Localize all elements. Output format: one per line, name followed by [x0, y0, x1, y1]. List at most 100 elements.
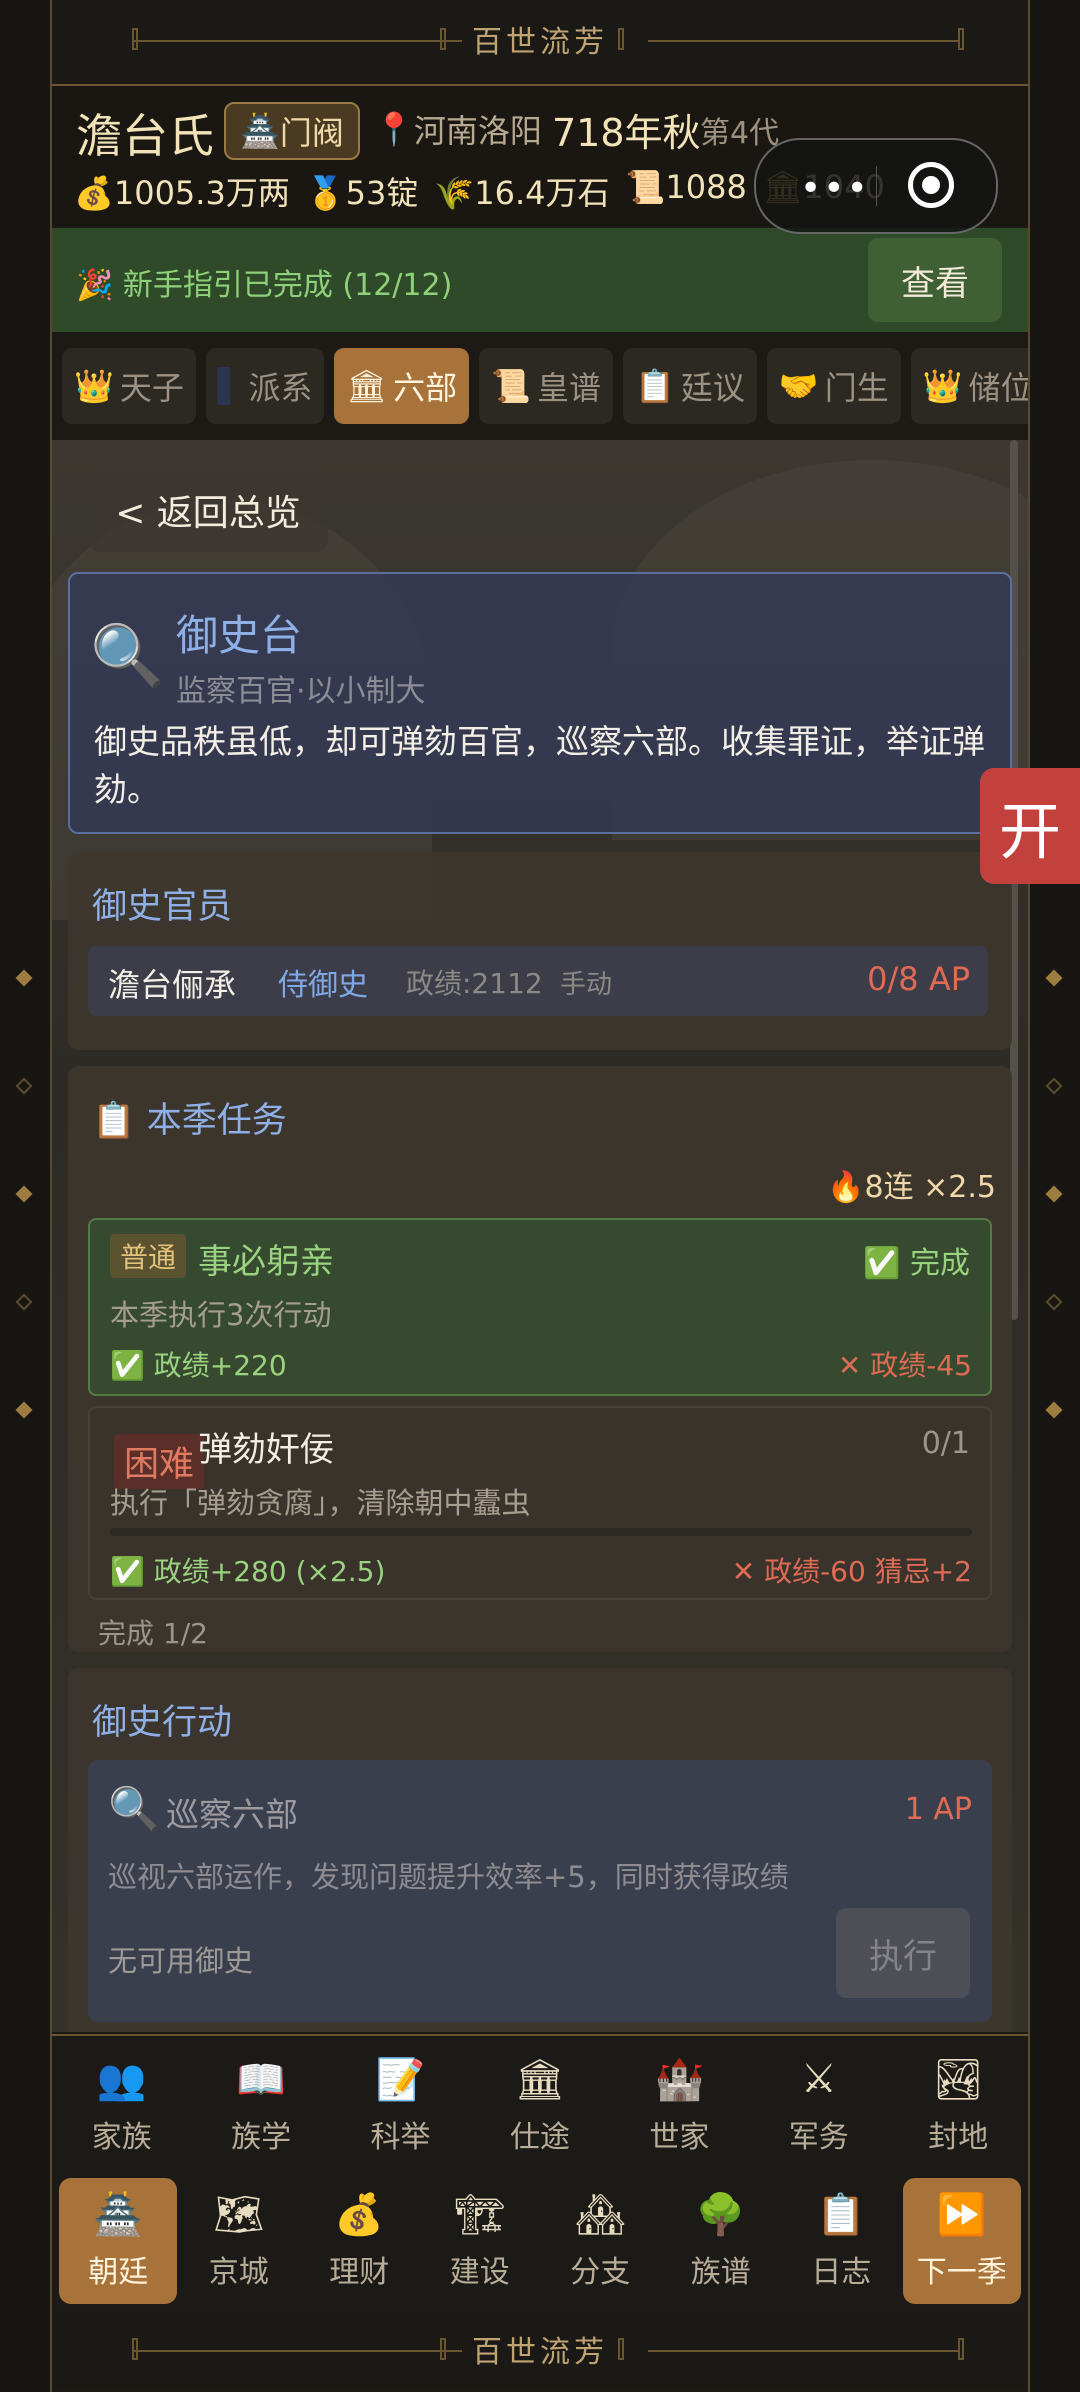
task-penalty: ✕ 政绩-45	[837, 1349, 972, 1382]
handshake-icon: 🤝	[778, 367, 819, 405]
building-icon: 🏛	[514, 2057, 566, 2103]
pin-icon: 📍	[374, 110, 414, 148]
resource-gold: 🥇53锭	[305, 174, 419, 212]
task-name: 事必躬亲	[198, 1242, 334, 1282]
houses-icon: 🏘	[574, 2192, 626, 2238]
nav-military[interactable]: ⚔ 军务	[760, 2043, 878, 2169]
execute-button[interactable]: 执行	[836, 1908, 970, 1998]
banner-title: 百世流芳	[462, 2327, 618, 2371]
tree-icon: 🌳	[695, 2192, 746, 2238]
book-icon: 📖	[236, 2057, 287, 2103]
office-title: 御史台	[176, 611, 303, 660]
task-penalty: ✕ 政绩-60 猜忌+2	[731, 1555, 972, 1588]
difficulty-badge: 普通	[110, 1234, 187, 1278]
location: 📍 河南洛阳	[374, 110, 542, 150]
secondary-nav: 🏯 朝廷 🗺 京城 💰 理财 🏗 建设 🏘 分支 🌳 族谱 📋 日志 ⏩ 下一季	[52, 2172, 1028, 2310]
year-season: 718年秋	[552, 111, 701, 155]
office-subtitle: 监察百官·以小制大	[176, 674, 426, 709]
palace-icon: 🏯	[240, 112, 280, 150]
streak-multiplier: 🔥8连 ×2.5	[827, 1170, 996, 1205]
office-description: 御史品秩虽低，却可弹劾百官，巡察六部。收集罪证，举证弹劾。	[94, 722, 985, 809]
nav-capital[interactable]: 🗺 京城	[180, 2178, 298, 2304]
censorate-info-card: 🔍 御史台 监察百官·以小制大 御史品秩虽低，却可弹劾百官，巡察六部。收集罪证，…	[68, 572, 1012, 834]
next-season-button[interactable]: ⏩ 下一季	[902, 2178, 1021, 2304]
top-banner: 百世流芳	[52, 0, 1028, 78]
nav-exams[interactable]: 📝 科举	[342, 2043, 460, 2169]
nav-finance[interactable]: 💰 理财	[300, 2178, 418, 2304]
nav-clan-school[interactable]: 📖 族学	[202, 2043, 320, 2169]
building-icon: 🏛	[346, 367, 388, 405]
scroll-icon: 📜	[491, 367, 531, 405]
bottom-banner: 百世流芳	[52, 2310, 1028, 2388]
tab-emperor[interactable]: 👑 天子	[62, 348, 196, 424]
resource-scroll: 📜1088	[625, 168, 747, 206]
magnifier-icon: 🔍	[108, 1784, 161, 1833]
left-ornament-rail	[0, 0, 50, 2392]
task-description: 执行「弹劾贪腐」，清除朝中蠹虫	[110, 1486, 531, 1520]
task-name: 弹劾奸佞	[198, 1430, 334, 1470]
miniprogram-capsule: •••	[754, 138, 998, 234]
nav-genealogy[interactable]: 🌳 族谱	[662, 2178, 780, 2304]
tab-ministries[interactable]: 🏛 六部	[334, 348, 470, 424]
right-ornament-rail	[1030, 0, 1080, 2392]
officer-merit: 政绩:2112	[406, 967, 543, 1000]
task-status: ✅ 完成	[863, 1246, 970, 1281]
medal-icon: 🥇	[305, 174, 346, 212]
back-to-overview-button[interactable]: < 返回总览	[88, 468, 328, 552]
nav-court[interactable]: 🏯 朝廷	[59, 2178, 178, 2304]
tab-faction[interactable]: ▌ 派系	[205, 348, 325, 424]
action-cost: 1 AP	[904, 1792, 972, 1827]
flag-icon: ▌	[217, 367, 243, 405]
nav-noble-houses[interactable]: 🏰 世家	[620, 2043, 738, 2169]
scroll-icon: 📜	[625, 168, 666, 206]
season-tasks-section: 📋 本季任务 🔥8连 ×2.5 普通 事必躬亲 ✅ 完成 本季执行3次行动 ✅ …	[68, 1066, 1012, 1652]
fast-forward-icon: ⏩	[936, 2192, 987, 2238]
game-frame: 百世流芳 澹台氏 🏯 门阀 📍 河南洛阳 718年秋 第4代 💰1005.3万两 🥇…	[50, 0, 1030, 2392]
action-note: 无可用御史	[108, 1944, 254, 1978]
nav-branches[interactable]: 🏘 分支	[541, 2178, 659, 2304]
tutorial-complete-bar: 🎉 新手指引已完成 (12/12) 查看	[52, 228, 1028, 332]
close-target-icon[interactable]	[908, 162, 954, 208]
task-progress-bar	[110, 1528, 972, 1536]
tab-imperial-genealogy[interactable]: 📜 皇谱	[479, 348, 613, 424]
family-icon: 👥	[96, 2057, 147, 2103]
action-card: 🔍 巡察六部 1 AP 巡视六部运作，发现问题提升效率+5，同时获得政绩 无可用…	[88, 1760, 992, 2022]
memo-icon: 📝	[375, 2057, 426, 2103]
resource-grain: 🌾16.4万石	[434, 174, 610, 212]
tasks-summary: 完成 1/2	[98, 1617, 208, 1650]
money-bag-icon: 💰	[334, 2192, 385, 2238]
view-tutorial-button[interactable]: 查看	[868, 238, 1002, 322]
tab-disciples[interactable]: 🤝 门生	[766, 348, 901, 424]
officer-mode: 手动	[560, 970, 613, 1000]
tab-court-debate[interactable]: 📋 廷议	[622, 348, 757, 424]
open-float-button[interactable]: 开	[980, 768, 1080, 884]
task-card: 普通 事必躬亲 ✅ 完成 本季执行3次行动 ✅ 政绩+220 ✕ 政绩-45	[88, 1218, 992, 1396]
nav-career[interactable]: 🏛 仕途	[481, 2043, 599, 2169]
tab-succession[interactable]: 👑 储位	[910, 348, 1028, 424]
task-reward: ✅ 政绩+220	[110, 1349, 287, 1382]
crane-icon: 🏗	[454, 2192, 506, 2238]
action-name: 巡察六部	[166, 1795, 298, 1834]
tutorial-status: 🎉 新手指引已完成 (12/12)	[76, 268, 453, 303]
crown-icon: 👑	[922, 367, 963, 405]
task-status: 0/1	[921, 1426, 970, 1461]
palace-icon: 🏯	[93, 2192, 144, 2238]
clan-name: 澹台氏	[76, 109, 214, 163]
clipboard-icon: 📋	[816, 2192, 867, 2238]
task-card: 困难 弹劾奸佞 0/1 执行「弹劾贪腐」，清除朝中蠹虫 ✅ 政绩+280 (×2…	[88, 1406, 992, 1600]
task-reward: ✅ 政绩+280 (×2.5)	[110, 1555, 386, 1588]
ministry-content[interactable]: < 返回总览 🔍 御史台 监察百官·以小制大 御史品秩虽低，却可弹劾百官，巡察六…	[52, 440, 1028, 2032]
nav-log[interactable]: 📋 日志	[782, 2178, 900, 2304]
nav-fief[interactable]: 🏞 封地	[899, 2043, 1017, 2169]
landscape-icon: 🏞	[932, 2057, 984, 2103]
clan-rank-badge[interactable]: 🏯 门阀	[224, 102, 360, 160]
nav-construction[interactable]: 🏗 建设	[421, 2178, 539, 2304]
swords-icon: ⚔	[800, 2056, 837, 2102]
officer-name: 澹台俪承	[108, 966, 237, 1004]
nav-family[interactable]: 👥 家族	[63, 2043, 181, 2169]
banner-title: 百世流芳	[462, 17, 618, 61]
more-icon[interactable]: •••	[800, 168, 870, 209]
officer-row[interactable]: 澹台俪承 侍御史 政绩:2112 手动 0/8 AP	[88, 946, 988, 1016]
generation: 第4代	[700, 116, 780, 151]
court-tabs: 👑 天子 ▌ 派系 🏛 六部 📜 皇谱 📋 廷议 🤝 门生 👑 储位	[52, 340, 1028, 436]
